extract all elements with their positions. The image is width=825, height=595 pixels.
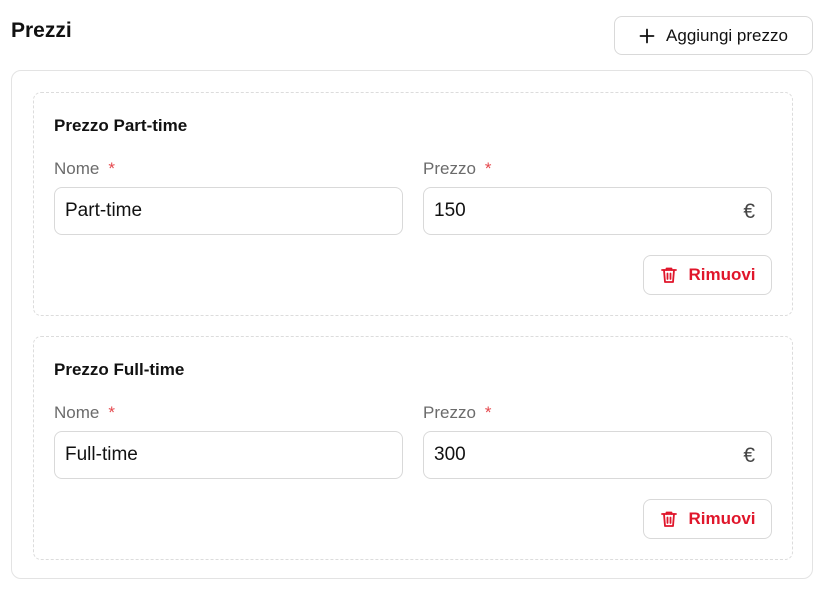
trash-icon <box>659 509 679 529</box>
required-asterisk: * <box>484 159 492 178</box>
section-title: Prezzi <box>11 19 72 42</box>
plus-icon <box>639 28 655 44</box>
price-input[interactable]: 150 € <box>423 187 772 235</box>
remove-label: Rimuovi <box>688 265 756 284</box>
price-input-value: 150 <box>434 200 466 221</box>
prices-section: Prezzi Aggiungi prezzo Prezzo Part-time … <box>0 0 825 595</box>
price-input[interactable]: 300 € <box>423 431 772 479</box>
price-label: Prezzo * <box>423 159 492 178</box>
remove-price-button[interactable]: Rimuovi <box>643 499 772 539</box>
name-input[interactable]: Part-time <box>54 187 403 235</box>
add-price-button[interactable]: Aggiungi prezzo <box>614 16 813 55</box>
price-label: Prezzo * <box>423 403 492 422</box>
name-input-value: Full-time <box>65 444 138 465</box>
trash-icon <box>659 265 679 285</box>
name-label: Nome * <box>54 159 115 178</box>
add-price-label: Aggiungi prezzo <box>666 25 788 45</box>
name-input-value: Part-time <box>65 200 143 221</box>
name-label: Nome * <box>54 403 115 422</box>
remove-label: Rimuovi <box>688 509 756 528</box>
price-card-full-time: Prezzo Full-time Nome * Full-time Prezzo *… <box>33 336 793 560</box>
euro-icon: € <box>743 200 755 223</box>
price-card-part-time: Prezzo Part-time Nome * Part-time Prezzo *… <box>33 92 793 316</box>
price-input-value: 300 <box>434 444 466 465</box>
required-asterisk: * <box>484 403 492 422</box>
card-title: Prezzo Part-time <box>54 116 188 135</box>
euro-icon: € <box>743 444 755 467</box>
prices-container: Prezzo Part-time Nome * Part-time Prezzo *… <box>11 70 813 579</box>
card-title: Prezzo Full-time <box>54 360 185 379</box>
required-asterisk: * <box>108 403 115 422</box>
required-asterisk: * <box>108 159 115 178</box>
name-input[interactable]: Full-time <box>54 431 403 479</box>
remove-price-button[interactable]: Rimuovi <box>643 255 772 295</box>
